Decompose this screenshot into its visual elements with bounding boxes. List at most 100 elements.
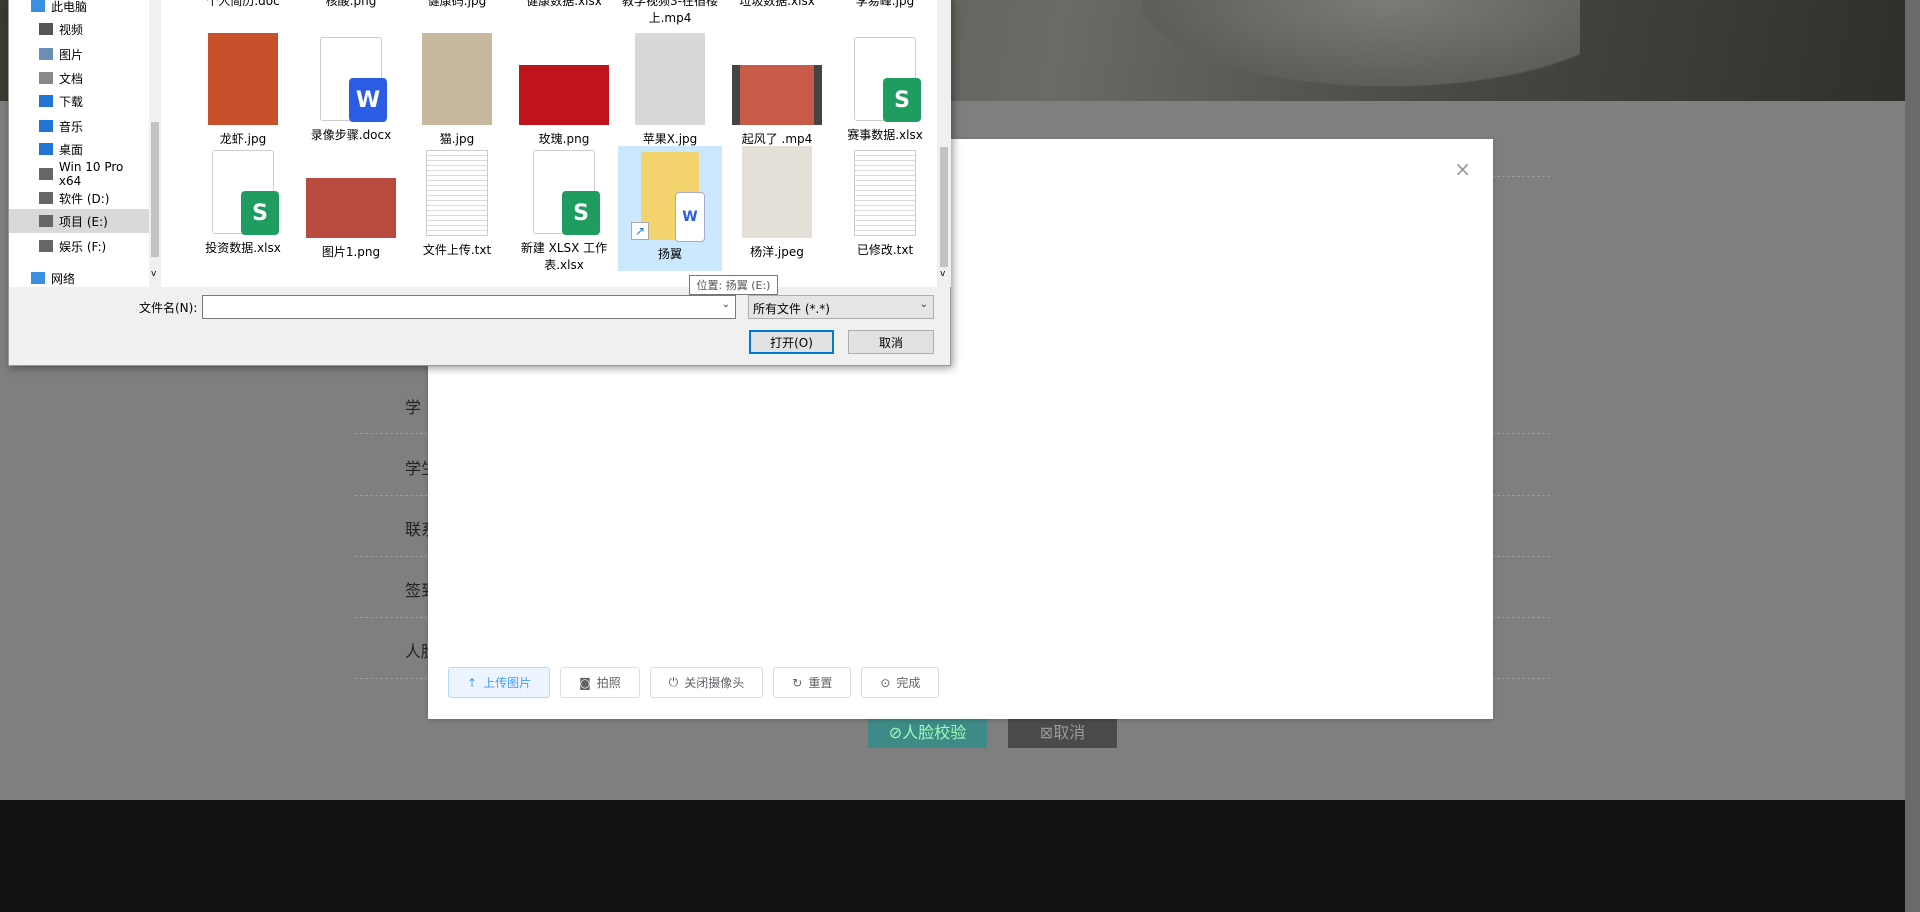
- file-item[interactable]: 杨洋.jpeg: [725, 146, 829, 261]
- nav-item[interactable]: 视频: [9, 17, 149, 41]
- drive-icon: [39, 240, 53, 252]
- open-button[interactable]: 打开(O): [749, 330, 834, 354]
- excel-icon: S: [854, 37, 921, 122]
- dialog-cancel-button[interactable]: 取消: [848, 330, 934, 354]
- drive-icon: [39, 168, 53, 180]
- cancel-button[interactable]: ⊠取消: [1008, 714, 1117, 748]
- file-name: 垃圾数据.xlsx: [739, 0, 815, 8]
- img-icon: [742, 146, 812, 238]
- nav-item-label: 娱乐 (F:): [59, 239, 107, 254]
- page-scrollbar[interactable]: [1905, 0, 1920, 912]
- button-label: 完成: [896, 676, 921, 690]
- file-name: 新建 XLSX 工作表.xlsx: [520, 241, 608, 272]
- excel-icon: S: [212, 150, 279, 235]
- modal-button-check-circle[interactable]: ⊙ 完成: [861, 667, 940, 698]
- file-item[interactable]: 健康数据.xlsx: [512, 0, 616, 10]
- file-item[interactable]: 垃圾数据.xlsx: [725, 0, 829, 10]
- file-name: 杨洋.jpeg: [750, 245, 804, 259]
- nav-item[interactable]: 网络: [9, 266, 149, 290]
- download-icon: [39, 95, 53, 107]
- file-open-dialog: 此电脑视频图片 文档 下载 音乐 桌面 Win 10 Pro x64 软件 (D:) 项目 (…: [8, 0, 951, 366]
- file-type-select[interactable]: 所有文件 (*.*) ⌄: [748, 295, 934, 319]
- file-name: 图片1.png: [321, 245, 381, 259]
- file-item[interactable]: 已修改.txt: [833, 146, 937, 259]
- file-name: 扬翼: [657, 247, 682, 261]
- modal-button-camera[interactable]: ◙ 拍照: [560, 667, 640, 698]
- img-icon: [422, 33, 492, 125]
- network-icon: [31, 272, 45, 284]
- nav-item[interactable]: 娱乐 (F:): [9, 234, 149, 258]
- file-item[interactable]: 文件上传.txt: [405, 146, 509, 259]
- power-icon: ⏻: [668, 675, 679, 689]
- folder-icon: W ↗: [631, 152, 705, 242]
- nav-item-label: 视频: [59, 22, 84, 37]
- camera-icon: ◙: [579, 675, 591, 690]
- nav-item-label: 网络: [51, 271, 76, 286]
- button-label: 拍照: [596, 676, 621, 690]
- video-icon: [732, 65, 822, 125]
- excel-badge-icon: S: [241, 191, 279, 235]
- txt-icon: [426, 150, 488, 236]
- file-item[interactable]: 李易峰.jpg: [833, 0, 937, 10]
- nav-scroll-thumb[interactable]: [151, 122, 159, 257]
- filename-label: 文件名(N):: [139, 301, 198, 315]
- file-item[interactable]: W 录像步骤.docx: [299, 33, 403, 144]
- nav-item[interactable]: 文档: [9, 66, 149, 90]
- file-name: 录像步骤.docx: [310, 128, 392, 142]
- nav-item[interactable]: 下载: [9, 89, 149, 113]
- nav-item[interactable]: Win 10 Pro x64: [9, 160, 149, 188]
- file-item[interactable]: 教学视频3-在宿楼上.mp4: [618, 0, 722, 27]
- music-icon: [39, 120, 53, 132]
- file-item[interactable]: 核酸.png: [299, 0, 403, 10]
- file-item[interactable]: W ↗ 扬翼: [618, 146, 722, 271]
- chevron-down-icon[interactable]: ⌄: [722, 299, 730, 310]
- nav-item[interactable]: 软件 (D:): [9, 186, 149, 210]
- file-item[interactable]: 健康码.jpg: [405, 0, 509, 10]
- file-name: 李易峰.jpg: [855, 0, 915, 8]
- file-item[interactable]: 图片1.png: [299, 146, 403, 261]
- file-name: 健康数据.xlsx: [526, 0, 602, 8]
- file-list: 个人简历.doc 核酸.png 健康码.jpg 健康数据.xlsx 教学视频3-在宿楼上…: [161, 0, 937, 287]
- file-scroll-thumb[interactable]: [940, 147, 948, 267]
- file-name: 教学视频3-在宿楼上.mp4: [622, 0, 718, 25]
- close-icon[interactable]: ×: [1454, 157, 1471, 181]
- modal-button-upload[interactable]: ↑ 上传图片: [448, 667, 551, 698]
- file-item[interactable]: S 赛事数据.xlsx: [833, 33, 937, 144]
- video-thumb-icon: [740, 65, 814, 125]
- file-name: 核酸.png: [325, 0, 377, 8]
- file-item[interactable]: 个人简历.doc: [191, 0, 295, 10]
- upload-icon: ↑: [467, 675, 478, 690]
- file-name: 个人简历.doc: [206, 0, 280, 8]
- filename-input[interactable]: ⌄: [202, 295, 736, 319]
- file-item[interactable]: 苹果X.jpg: [618, 33, 722, 148]
- file-item[interactable]: 玫瑰.png: [512, 33, 616, 148]
- nav-item[interactable]: 此电脑: [9, 0, 149, 18]
- video-icon: [39, 23, 53, 35]
- file-item[interactable]: 起风了 .mp4: [725, 33, 829, 148]
- nav-item[interactable]: 图片: [9, 42, 149, 66]
- file-name: 文件上传.txt: [422, 243, 492, 257]
- nav-item-label: 此电脑: [51, 0, 88, 14]
- face-verify-button[interactable]: ⊘人脸校验: [868, 714, 987, 748]
- nav-item[interactable]: 项目 (E:): [9, 209, 149, 233]
- file-item[interactable]: 猫.jpg: [405, 33, 509, 148]
- excel-badge-icon: S: [562, 191, 600, 235]
- wide-icon: [306, 178, 396, 238]
- nav-item-label: Win 10 Pro x64: [58, 160, 124, 188]
- word-badge-icon: W: [349, 78, 387, 122]
- drive-icon: [39, 192, 53, 204]
- nav-item[interactable]: 桌面: [9, 137, 149, 161]
- nav-item-label: 项目 (E:): [59, 214, 108, 229]
- picture-icon: [39, 48, 53, 60]
- img-icon: [635, 33, 705, 125]
- excel-badge-icon: S: [883, 78, 921, 122]
- modal-button-refresh[interactable]: ↻ 重置: [773, 667, 852, 698]
- file-item[interactable]: S 新建 XLSX 工作表.xlsx: [512, 146, 616, 274]
- file-item[interactable]: 龙虾.jpg: [191, 33, 295, 148]
- location-tooltip: 位置: 扬翼 (E:): [689, 275, 778, 295]
- file-name: 已修改.txt: [856, 243, 914, 257]
- modal-button-power[interactable]: ⏻ 关闭摄像头: [649, 667, 764, 698]
- nav-item[interactable]: 音乐: [9, 114, 149, 138]
- file-item[interactable]: S 投资数据.xlsx: [191, 146, 295, 257]
- check-circle-icon: ⊙: [880, 675, 891, 690]
